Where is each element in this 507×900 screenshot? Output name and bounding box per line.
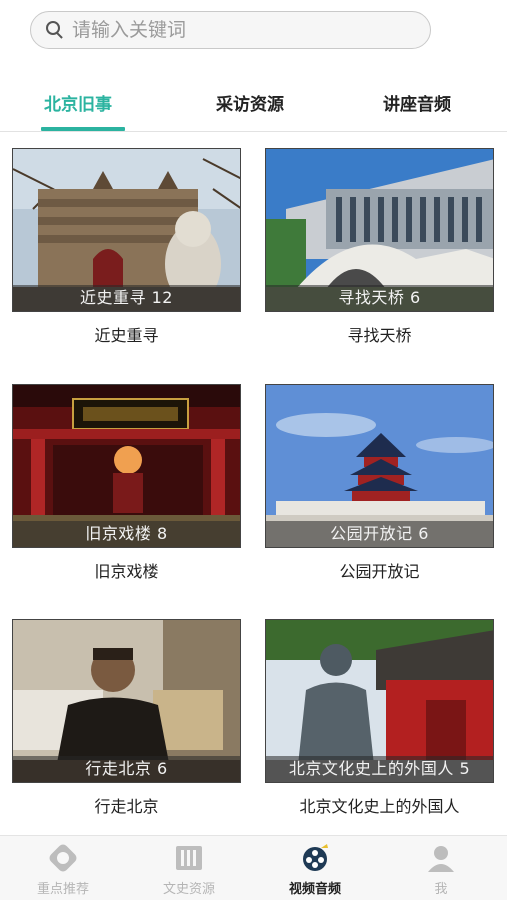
- nav-item-profile[interactable]: 我: [378, 836, 504, 900]
- card-jinshi-chongxun[interactable]: 近史重寻 12 近史重寻: [12, 148, 241, 346]
- card-image-temple-of-heaven: 公园开放记 6: [265, 384, 494, 548]
- card-title: 行走北京: [94, 797, 159, 816]
- nav-label: 我: [434, 882, 448, 897]
- search-icon: [44, 19, 66, 41]
- category-tabs: 北京旧事 采访资源 讲座音频: [0, 78, 507, 132]
- card-title: 寻找天桥: [347, 326, 412, 345]
- tab-beijing-old-stories[interactable]: 北京旧事: [44, 90, 112, 115]
- card-overlay-label: 近史重寻 12: [13, 285, 240, 311]
- nav-item-video-audio[interactable]: 视频音频: [252, 836, 378, 900]
- card-gongyuan-kaifangji[interactable]: 公园开放记 6 公园开放记: [265, 384, 494, 582]
- card-image-portrait: 行走北京 6: [12, 619, 241, 783]
- recommend-icon: [49, 844, 77, 872]
- card-xingzou-beijing[interactable]: 行走北京 6 行走北京: [12, 619, 241, 817]
- tab-lecture-audio[interactable]: 讲座音频: [383, 90, 451, 115]
- card-title: 公园开放记: [339, 562, 420, 581]
- card-overlay-label: 北京文化史上的外国人 5: [266, 756, 493, 782]
- card-image-statue: 北京文化史上的外国人 5: [265, 619, 494, 783]
- card-image-opera-stage: 旧京戏楼 8: [12, 384, 241, 548]
- nav-label: 文史资源: [162, 882, 215, 897]
- search-bar[interactable]: [30, 11, 431, 49]
- card-overlay-label: 寻找天桥 6: [266, 285, 493, 311]
- card-overlay-label: 旧京戏楼 8: [13, 521, 240, 547]
- profile-icon: [428, 846, 454, 872]
- active-tab-indicator: [41, 127, 125, 131]
- nav-label: 视频音频: [288, 882, 341, 897]
- card-image-bridge: 寻找天桥 6: [265, 148, 494, 312]
- card-overlay-label: 行走北京 6: [13, 756, 240, 782]
- search-input[interactable]: [72, 19, 402, 41]
- card-title: 近史重寻: [94, 326, 159, 345]
- card-image-pagoda: 近史重寻 12: [12, 148, 241, 312]
- video-audio-icon: [303, 844, 328, 871]
- card-xunzhao-tianqiao[interactable]: 寻找天桥 6 寻找天桥: [265, 148, 494, 346]
- bottom-nav: 重点推荐 文史资源 视频音频 我: [0, 835, 507, 900]
- card-beijing-wenhuashi-waiguoren[interactable]: 北京文化史上的外国人 5 北京文化史上的外国人: [265, 619, 494, 817]
- card-title: 旧京戏楼: [94, 562, 159, 581]
- tab-interview-resources[interactable]: 采访资源: [216, 90, 284, 115]
- card-title: 北京文化史上的外国人: [299, 797, 460, 816]
- card-jiujing-xilou[interactable]: 旧京戏楼 8 旧京戏楼: [12, 384, 241, 582]
- nav-item-resources[interactable]: 文史资源: [126, 836, 252, 900]
- nav-item-recommend[interactable]: 重点推荐: [0, 836, 126, 900]
- nav-label: 重点推荐: [36, 882, 89, 897]
- resources-icon: [176, 846, 202, 870]
- card-overlay-label: 公园开放记 6: [266, 521, 493, 547]
